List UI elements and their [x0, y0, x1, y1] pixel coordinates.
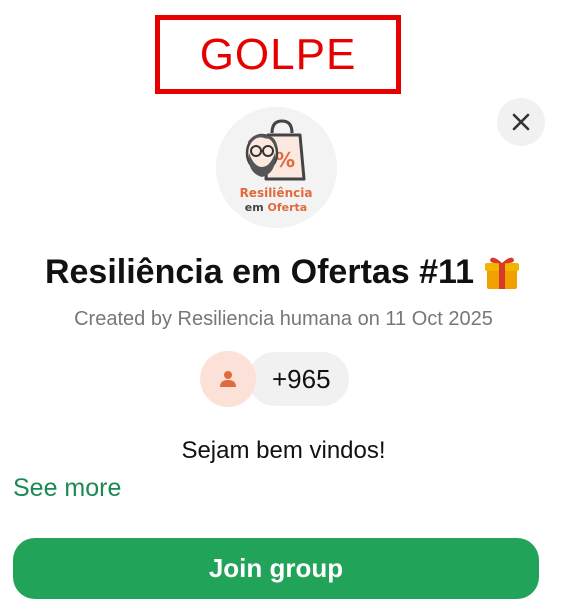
created-by-text: Created by Resiliencia humana on 11 Oct …: [74, 308, 493, 330]
group-avatar: % Resiliência em Oferta: [216, 107, 337, 228]
close-icon: [512, 113, 530, 131]
group-invite-screen: GOLPE % Resiliência em Oferta Resiliênci…: [0, 0, 567, 610]
svg-text:Resiliência: Resiliência: [240, 186, 313, 200]
member-count: +965: [248, 352, 349, 406]
join-group-button[interactable]: Join group: [13, 538, 539, 599]
group-title: Resiliência em Ofertas #11: [44, 252, 475, 291]
golpe-warning-stamp: GOLPE: [155, 15, 401, 94]
member-avatar: [200, 351, 256, 407]
golpe-stamp-text: GOLPE: [199, 29, 357, 79]
svg-text:em Oferta: em Oferta: [245, 201, 307, 214]
member-count-text: +965: [272, 363, 331, 394]
see-more-link[interactable]: See more: [13, 474, 121, 503]
members-row[interactable]: +965: [200, 351, 349, 407]
group-title-row: Resiliência em Ofertas #11: [0, 252, 567, 292]
close-button[interactable]: [497, 98, 545, 146]
gift-icon: [485, 257, 520, 289]
resiliencia-logo: % Resiliência em Oferta: [216, 107, 337, 228]
group-description: Sejam bem vindos!: [181, 437, 386, 464]
person-icon: [220, 371, 236, 387]
